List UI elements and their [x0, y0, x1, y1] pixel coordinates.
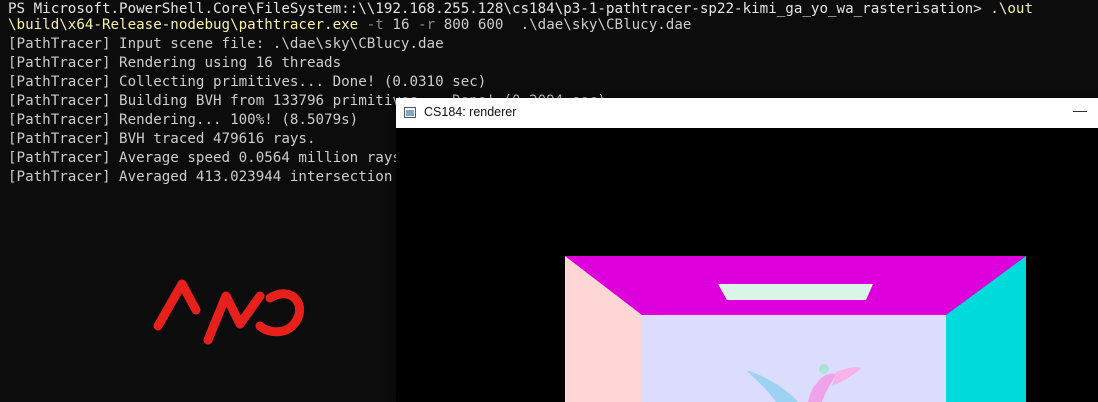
- output-line: [PathTracer] Input scene file: .\dae\sky…: [8, 36, 444, 52]
- command-exe-start: .\out: [990, 1, 1034, 17]
- output-line: [PathTracer] Collecting primitives... Do…: [8, 74, 487, 90]
- scene-argument: .\dae\sky\CBlucy.dae: [520, 17, 692, 33]
- flag-resolution: -r: [418, 17, 436, 33]
- prompt-text: PS Microsoft.PowerShell.Core\FileSystem:…: [8, 1, 991, 17]
- command-exe-path: \build\x64-Release-nodebug\pathtracer.ex…: [8, 17, 359, 33]
- output-line: [PathTracer] Rendering using 16 threads: [8, 55, 342, 71]
- output-line: [PathTracer] BVH traced 479616 rays.: [8, 131, 316, 147]
- flag-threads: -t: [366, 17, 384, 33]
- threads-value: 16: [392, 17, 410, 33]
- resolution-value: 800 600: [443, 17, 504, 33]
- ceiling-light-panel: [718, 284, 873, 300]
- window-titlebar[interactable]: CS184: renderer —: [396, 98, 1098, 128]
- output-line: [PathTracer] Rendering... 100%! (8.5079s…: [8, 112, 359, 128]
- red-scribble-icon: [153, 279, 304, 345]
- back-wall: [642, 315, 946, 402]
- renderer-window[interactable]: CS184: renderer —: [396, 98, 1098, 402]
- minimize-button[interactable]: —: [1068, 103, 1092, 122]
- app-window-icon: [404, 107, 416, 118]
- window-title: CS184: renderer: [424, 105, 517, 119]
- render-viewport[interactable]: [396, 128, 1098, 402]
- cornell-box-render: [396, 128, 1098, 402]
- command-line-2: \build\x64-Release-nodebug\pathtracer.ex…: [8, 16, 691, 35]
